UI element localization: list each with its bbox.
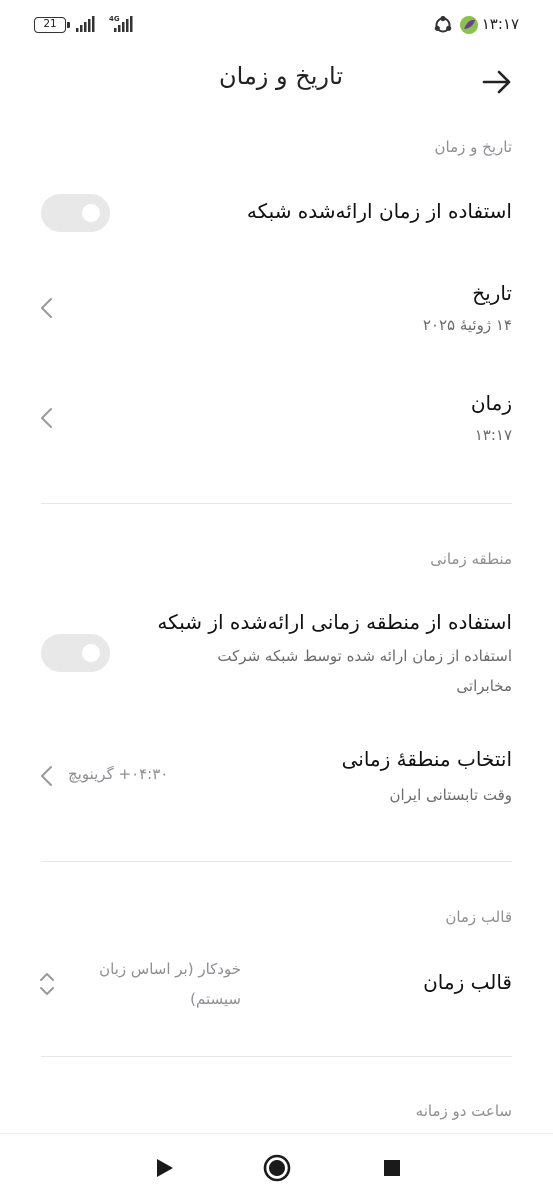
dropdown-updown-icon[interactable] [38,970,56,998]
divider [41,503,512,504]
battery-icon: 21 [34,17,70,33]
page-title: تاریخ و زمان [219,62,343,90]
use-network-zone-toggle[interactable] [41,634,110,672]
sync-icon [434,15,452,33]
time-format-value: خودکار (بر اساس زبان سیستم) [99,960,241,1008]
divider [41,861,512,862]
use-network-zone-title: استفاده از منطقه زمانی ارائه‌شده از شبکه [157,610,512,634]
toggle-knob [82,204,100,222]
use-network-time-toggle[interactable] [41,194,110,232]
play-triangle-icon[interactable] [148,1152,180,1184]
battery-level: 21 [43,18,57,30]
section-label-dual-clock: ساعت دو زمانه [415,1102,512,1120]
use-network-time-title: استفاده از زمان ارائه‌شده شبکه [246,199,512,223]
settings-screen: 21 4G ۱۳:۱۷ تاریخ و زمان تاریخ و زمان اس… [0,0,553,1200]
chevron-left-icon [41,298,52,318]
time-zone-offset-value: ‎+۰۴:۳۰ گرینویچ [68,765,169,783]
date-value: ۱۴ ژوئیهٔ ۲۰۲۵ [422,316,512,334]
time-title: زمان [470,391,512,415]
chevron-left-icon [41,766,52,786]
section-label-date-time: تاریخ و زمان [434,138,513,156]
app-notification-icon [460,16,478,34]
status-bar: 21 4G ۱۳:۱۷ [0,0,553,50]
section-label-time-format: قالب زمان [445,908,512,926]
use-network-zone-subtitle: استفاده از زمان ارائه شده توسط شبکه شرکت… [217,647,512,695]
chevron-left-icon [41,408,52,428]
navigation-bar [0,1133,553,1200]
select-time-zone-subtitle: وقت تابستانی ایران [389,786,512,804]
arrow-right-icon[interactable] [481,66,513,98]
time-format-title: قالب زمان [423,970,512,994]
recents-square-icon[interactable] [376,1152,408,1184]
status-time: ۱۳:۱۷ [481,15,519,33]
select-time-zone-title: انتخاب منطقهٔ زمانی [341,747,512,771]
signal-icon [76,16,95,32]
toggle-knob [82,644,100,662]
signal-4g-icon [114,16,133,32]
date-title: تاریخ [472,281,512,305]
divider [41,1056,512,1057]
time-value: ۱۳:۱۷ [474,426,512,444]
section-label-time-zone: منطقه زمانی [430,550,512,568]
home-circle-icon[interactable] [261,1152,293,1184]
